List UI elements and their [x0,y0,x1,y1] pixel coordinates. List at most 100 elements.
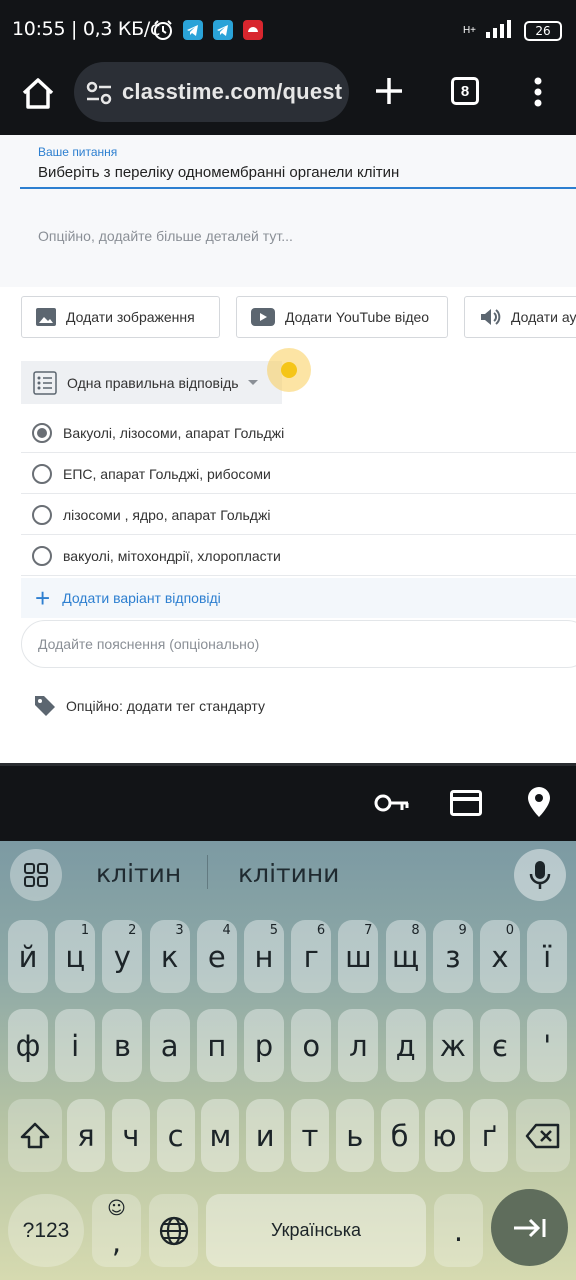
suggestion[interactable]: клітини [238,859,339,888]
key-letter[interactable]: ї [527,920,568,993]
explanation-input[interactable]: Додайте пояснення (опціонально) [21,620,576,668]
key-letter[interactable]: є [480,1009,520,1082]
key-icon[interactable] [374,790,410,821]
answer-option[interactable]: вакуолі, мітохондрії, хлоропласти [21,536,576,576]
answer-text[interactable]: лізосоми , ядро, апарат Гольджі [63,507,270,523]
symbols-key[interactable]: ?123 [8,1194,84,1267]
answer-text[interactable]: вакуолі, мітохондрії, хлоропласти [63,548,281,564]
key-label: х [491,939,509,974]
key-label: ф [15,1028,41,1063]
key-letter[interactable]: п [196,1009,237,1082]
key-letter[interactable]: ф [8,1009,48,1082]
question-label: Ваше питання [38,145,118,159]
key-letter[interactable]: о [291,1009,332,1082]
site-settings-icon[interactable] [86,81,112,105]
space-key[interactable]: Українська [206,1194,426,1267]
language-key[interactable] [149,1194,198,1267]
key-letter[interactable]: и [246,1099,285,1172]
key-letter[interactable]: й [8,920,48,993]
key-letter[interactable]: щ8 [385,920,426,993]
url-text[interactable]: classtime.com/quest [122,79,342,105]
radio-unselected[interactable] [32,504,52,525]
question-type-label: Одна правильна відповідь [67,374,239,391]
app-notification-icon [242,19,264,41]
question-type-select[interactable]: Одна правильна відповідь [21,361,282,404]
answer-text[interactable]: ЕПС, апарат Гольджі, рибосоми [63,466,271,482]
keyboard: клітин клітини йц1у2к3е4н5г6ш7щ8з9х0ї фі… [0,841,576,1280]
key-label: ї [543,939,552,974]
tab-switcher-button[interactable]: 8 [451,77,479,105]
key-letter[interactable]: х0 [480,920,520,993]
key-number-hint: 8 [411,923,420,938]
details-input[interactable]: Опційно, додайте більше деталей тут... [38,228,293,244]
answer-text[interactable]: Вакуолі, лізосоми, апарат Гольджі [63,425,284,441]
youtube-icon [251,308,275,326]
add-answer-button[interactable]: + Додати варіант відповіді [21,578,576,618]
add-audio-button[interactable]: Додати ау [464,296,576,338]
answer-option[interactable]: Вакуолі, лізосоми, апарат Гольджі [21,413,576,453]
key-letter[interactable]: м [201,1099,240,1172]
url-bar[interactable]: classtime.com/quest [74,62,349,122]
key-label: г [303,939,319,974]
key-letter[interactable]: у2 [102,920,143,993]
emoji-comma-key[interactable]: ☺ , [92,1194,141,1267]
key-letter[interactable]: б [380,1099,419,1172]
key-letter[interactable]: л [338,1009,379,1082]
credit-card-icon[interactable] [450,790,482,821]
key-letter[interactable]: ' [527,1009,568,1082]
radio-unselected[interactable] [32,545,52,566]
microphone-icon [529,861,551,889]
voice-input-button[interactable] [514,849,566,901]
add-tag-button[interactable]: Опційно: додати тег стандарту [34,695,265,717]
key-letter[interactable]: н5 [244,920,284,993]
shift-key[interactable] [8,1099,62,1172]
key-number-hint: 6 [316,923,326,938]
period-key[interactable]: . [434,1194,483,1267]
key-letter[interactable]: ш7 [338,920,379,993]
volume-icon [481,309,501,325]
key-letter[interactable]: я [67,1099,105,1172]
globe-icon [159,1216,188,1245]
grid-icon [24,863,48,887]
key-letter[interactable]: ґ [470,1099,509,1172]
key-letter[interactable]: т [291,1099,329,1172]
home-button[interactable] [18,74,58,114]
key-label: л [349,1028,368,1063]
add-answer-label: Додати варіант відповіді [62,590,221,606]
key-letter[interactable]: е4 [196,920,237,993]
key-letter[interactable]: ь [335,1099,374,1172]
key-label: н [254,939,274,974]
key-letter[interactable]: а [149,1009,190,1082]
browser-menu-button[interactable] [528,76,548,108]
add-youtube-button[interactable]: Додати YouTube відео [236,296,448,338]
new-tab-button[interactable] [372,74,406,108]
key-letter[interactable]: в [102,1009,143,1082]
key-letter[interactable]: ю [425,1099,464,1172]
key-letter[interactable]: ц1 [55,920,96,993]
key-label: з [445,939,461,974]
key-letter[interactable]: д [385,1009,426,1082]
key-letter[interactable]: г6 [291,920,332,993]
key-letter[interactable]: і [55,1009,96,1082]
key-letter[interactable]: ч [111,1099,150,1172]
key-letter[interactable]: р [244,1009,284,1082]
key-letter[interactable]: с [156,1099,195,1172]
autofill-bar [0,763,576,841]
key-label: к [160,939,179,974]
backspace-key[interactable] [516,1099,570,1172]
radio-unselected[interactable] [32,463,52,484]
answer-option[interactable]: лізосоми , ядро, апарат Гольджі [21,495,576,535]
suggestion[interactable]: клітин [96,859,181,888]
key-letter[interactable]: з9 [432,920,473,993]
add-image-button[interactable]: Додати зображення [21,296,220,338]
keyboard-menu-button[interactable] [10,849,62,901]
question-input[interactable]: Виберіть з переліку одномембранні органе… [38,164,399,181]
answer-option[interactable]: ЕПС, апарат Гольджі, рибосоми [21,454,576,494]
key-number-hint: 1 [80,923,90,938]
plus-icon [376,78,402,104]
key-letter[interactable]: ж [432,1009,473,1082]
radio-selected[interactable] [32,422,52,443]
enter-key[interactable] [491,1189,568,1266]
location-icon[interactable] [527,786,551,823]
key-letter[interactable]: к3 [149,920,190,993]
